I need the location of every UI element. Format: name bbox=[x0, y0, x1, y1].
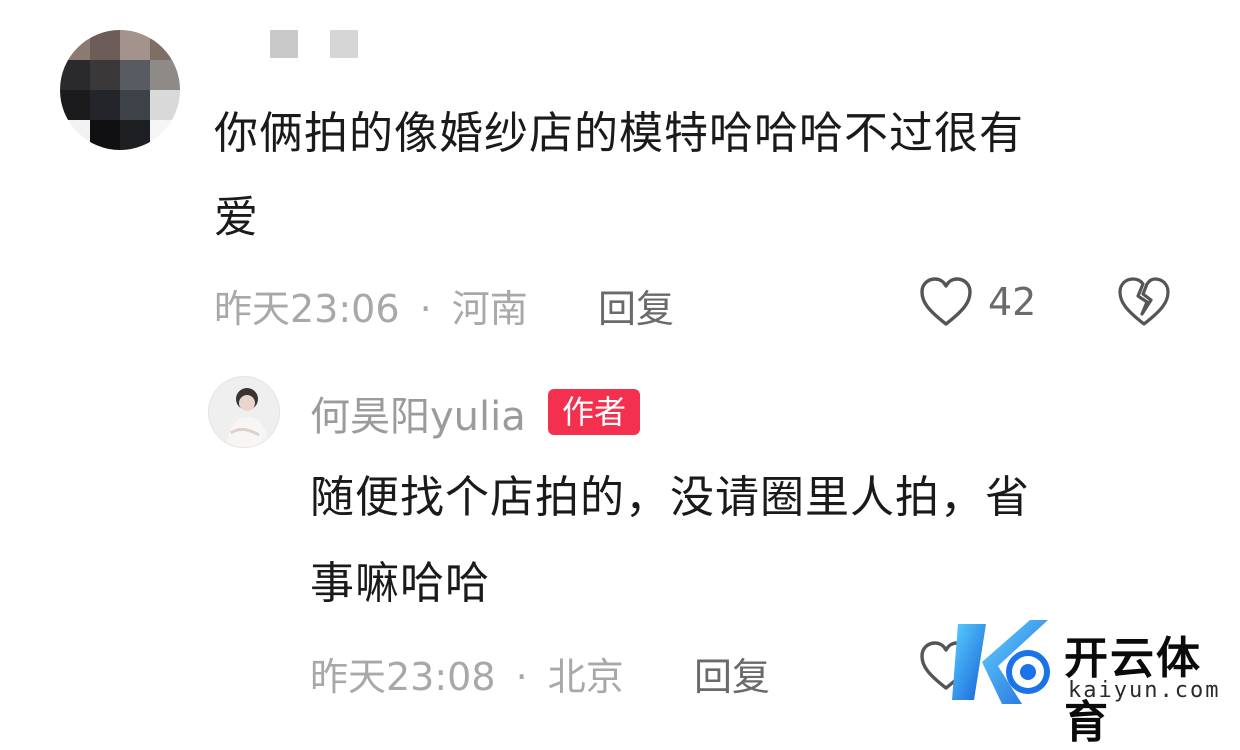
commenter-avatar[interactable] bbox=[60, 30, 180, 150]
reply-location: 北京 bbox=[547, 655, 624, 699]
reply-reply-button[interactable]: 回复 bbox=[694, 646, 770, 701]
watermark-domain: kaiyun.com bbox=[1068, 678, 1221, 703]
reply-meta: 昨天23:08 · 北京 bbox=[310, 646, 624, 701]
commenter-name-blurred bbox=[330, 30, 358, 58]
reply-text-line-1: 随便找个店拍的，没请圈里人拍，省 bbox=[310, 472, 1030, 523]
comment-text-line-1: 你俩拍的像婚纱店的模特哈哈哈不过很有 bbox=[214, 108, 1024, 159]
watermark-logo bbox=[952, 612, 1062, 716]
broken-heart-icon bbox=[1118, 277, 1170, 326]
author-name[interactable]: 何昊阳yulia bbox=[310, 384, 526, 442]
comment-text-line-2: 爱 bbox=[214, 192, 259, 243]
author-badge: 作者 bbox=[548, 389, 641, 435]
comment-meta: 昨天23:06 · 河南 bbox=[214, 278, 528, 333]
dislike-button[interactable] bbox=[1116, 276, 1172, 332]
commenter-name-blurred bbox=[270, 30, 298, 58]
kaiyun-logo-icon bbox=[952, 620, 1050, 704]
reply-text-line-2: 事嘛哈哈 bbox=[310, 558, 490, 609]
reply-timestamp: 昨天23:08 bbox=[310, 655, 496, 699]
like-count: 42 bbox=[988, 280, 1037, 324]
author-avatar[interactable] bbox=[208, 376, 280, 448]
comment-timestamp: 昨天23:06 bbox=[214, 287, 400, 331]
heart-icon bbox=[920, 277, 972, 326]
comment-reply-button[interactable]: 回复 bbox=[598, 278, 674, 333]
meta-separator: · bbox=[515, 655, 528, 699]
author-avatar-image bbox=[209, 377, 279, 447]
like-button[interactable] bbox=[918, 276, 974, 332]
comment-location: 河南 bbox=[451, 287, 528, 331]
meta-separator: · bbox=[419, 287, 432, 331]
